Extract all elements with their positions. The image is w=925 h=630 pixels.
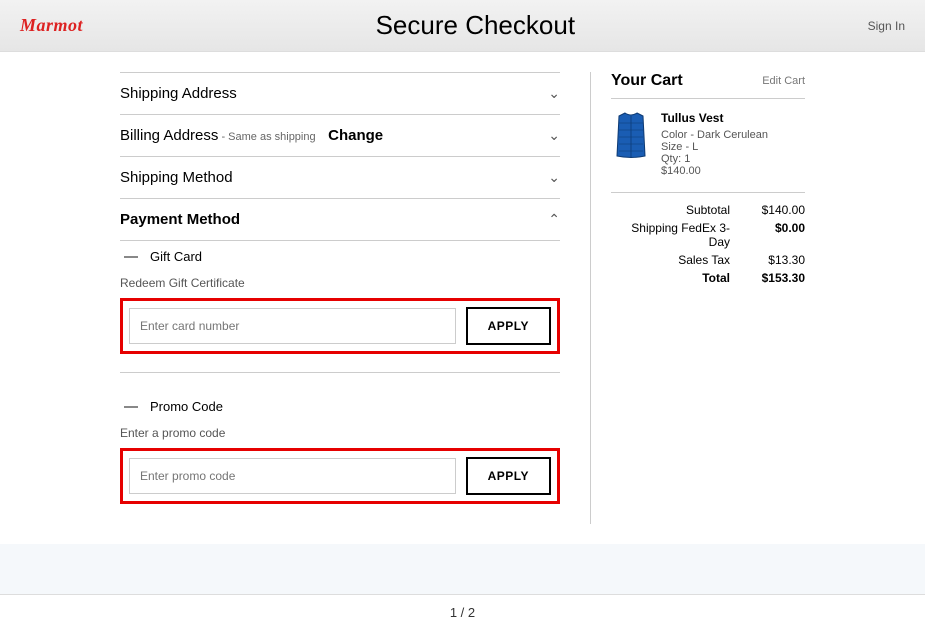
gift-card-highlight: APPLY bbox=[120, 298, 560, 354]
cart-item: Tullus Vest Color - Dark Cerulean Size -… bbox=[611, 111, 805, 177]
gift-card-label: Gift Card bbox=[150, 249, 202, 264]
product-vest-icon bbox=[611, 111, 651, 161]
billing-change-link[interactable]: Change bbox=[328, 127, 383, 144]
section-billing-address[interactable]: Billing Address - Same as shipping Chang… bbox=[120, 114, 560, 156]
minus-icon bbox=[124, 256, 138, 258]
subtotal-label: Subtotal bbox=[611, 203, 730, 217]
pager: 1 / 2 bbox=[0, 594, 925, 630]
billing-address-label: Billing Address bbox=[120, 127, 218, 144]
section-shipping-method[interactable]: Shipping Method ⌄ bbox=[120, 156, 560, 198]
cart-item-name: Tullus Vest bbox=[661, 111, 768, 125]
header: Marmot Secure Checkout Sign In bbox=[0, 0, 925, 52]
subtotal-value: $140.00 bbox=[750, 203, 805, 217]
billing-sub: - Same as shipping bbox=[218, 131, 315, 143]
minus-icon bbox=[124, 406, 138, 408]
tax-label: Sales Tax bbox=[611, 253, 730, 267]
gift-card-toggle[interactable]: Gift Card bbox=[120, 241, 560, 272]
section-payment-method[interactable]: Payment Method ⌃ bbox=[120, 198, 560, 241]
shipping-address-title: Shipping Address bbox=[120, 85, 237, 102]
page-body: Shipping Address ⌄ Billing Address - Sam… bbox=[0, 52, 925, 544]
shipping-value: $0.00 bbox=[750, 221, 805, 249]
bottom-strip bbox=[0, 544, 925, 584]
promo-code-apply-button[interactable]: APPLY bbox=[466, 457, 551, 495]
sign-in-link[interactable]: Sign In bbox=[868, 19, 905, 33]
page-title: Secure Checkout bbox=[83, 10, 868, 41]
edit-cart-link[interactable]: Edit Cart bbox=[762, 75, 805, 87]
promo-code-label: Promo Code bbox=[150, 399, 223, 414]
promo-code-highlight: APPLY bbox=[120, 448, 560, 504]
shipping-method-title: Shipping Method bbox=[120, 169, 233, 186]
subtotal-row: Subtotal $140.00 bbox=[611, 203, 805, 217]
total-row: Total $153.30 bbox=[611, 271, 805, 285]
gift-card-subtext: Redeem Gift Certificate bbox=[120, 272, 560, 298]
gift-card-apply-button[interactable]: APPLY bbox=[466, 307, 551, 345]
cart-header: Your Cart Edit Cart bbox=[611, 72, 805, 99]
total-value: $153.30 bbox=[750, 271, 805, 285]
cart-item-color: Color - Dark Cerulean bbox=[661, 129, 768, 141]
cart-item-qty: Qty: 1 bbox=[661, 153, 768, 165]
chevron-down-icon: ⌄ bbox=[548, 127, 560, 144]
logo: Marmot bbox=[20, 15, 83, 36]
tax-value: $13.30 bbox=[750, 253, 805, 267]
chevron-up-icon: ⌃ bbox=[548, 211, 560, 228]
billing-address-title: Billing Address - Same as shipping Chang… bbox=[120, 127, 383, 144]
shipping-label: Shipping FedEx 3-Day bbox=[611, 221, 730, 249]
promo-code-input[interactable] bbox=[129, 458, 456, 494]
cart-title: Your Cart bbox=[611, 72, 683, 90]
gift-card-input[interactable] bbox=[129, 308, 456, 344]
promo-code-toggle[interactable]: Promo Code bbox=[120, 391, 560, 422]
shipping-row: Shipping FedEx 3-Day $0.00 bbox=[611, 221, 805, 249]
chevron-down-icon: ⌄ bbox=[548, 85, 560, 102]
cart-item-size: Size - L bbox=[661, 141, 768, 153]
divider bbox=[120, 372, 560, 373]
tax-row: Sales Tax $13.30 bbox=[611, 253, 805, 267]
cart-item-price: $140.00 bbox=[661, 165, 768, 177]
cart-totals: Subtotal $140.00 Shipping FedEx 3-Day $0… bbox=[611, 192, 805, 285]
cart-sidebar: Your Cart Edit Cart Tullus Vest Color - … bbox=[590, 72, 805, 524]
promo-code-subtext: Enter a promo code bbox=[120, 422, 560, 448]
checkout-main: Shipping Address ⌄ Billing Address - Sam… bbox=[120, 72, 560, 524]
total-label: Total bbox=[611, 271, 730, 285]
cart-item-details: Tullus Vest Color - Dark Cerulean Size -… bbox=[661, 111, 768, 177]
payment-method-title: Payment Method bbox=[120, 211, 240, 228]
chevron-down-icon: ⌄ bbox=[548, 169, 560, 186]
payment-body: Gift Card Redeem Gift Certificate APPLY … bbox=[120, 241, 560, 524]
section-shipping-address[interactable]: Shipping Address ⌄ bbox=[120, 72, 560, 114]
